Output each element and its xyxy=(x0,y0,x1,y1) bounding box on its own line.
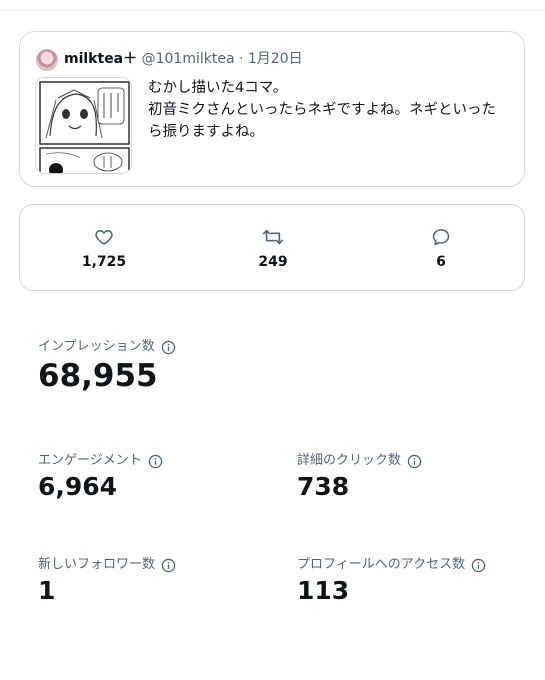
like-count: 1,725 xyxy=(81,254,127,270)
separator-dot: · xyxy=(238,51,244,67)
profile-visits-value: 113 xyxy=(297,576,350,605)
tweet-text: むかし描いた4コマ。 初音ミクさんといったらネギですよね。ネギといったら振ります… xyxy=(148,80,496,140)
impressions-label-text: インプレッション数 xyxy=(38,339,155,354)
info-icon[interactable] xyxy=(407,454,422,469)
detail-clicks-value: 738 xyxy=(297,472,350,501)
tweet-image-thumbnail[interactable] xyxy=(35,77,132,174)
manga-image xyxy=(36,78,131,173)
profile-visits-label: プロフィールへのアクセス数 xyxy=(297,556,486,574)
tweet-header: milktea＋ @101milktea · 1月20日 xyxy=(64,48,303,70)
engagement-summary-card: 1,725 249 6 xyxy=(19,204,525,291)
info-icon[interactable] xyxy=(471,558,486,573)
info-icon[interactable] xyxy=(148,454,163,469)
info-icon[interactable] xyxy=(161,340,176,355)
detail-clicks-label-text: 詳細のクリック数 xyxy=(297,453,402,468)
impressions-value: 68,955 xyxy=(38,358,158,394)
retweet-count: 249 xyxy=(258,254,288,270)
reply-bubble-icon xyxy=(431,227,451,251)
engagements-value: 6,964 xyxy=(38,472,118,501)
display-name[interactable]: milktea＋ xyxy=(64,51,137,67)
retweet-icon xyxy=(262,227,284,251)
retweet-metric[interactable]: 249 xyxy=(213,205,333,290)
detail-clicks-label: 詳細のクリック数 xyxy=(297,452,422,470)
profile-visits-label-text: プロフィールへのアクセス数 xyxy=(297,557,466,572)
impressions-label: インプレッション数 xyxy=(38,338,176,356)
reply-count: 6 xyxy=(436,254,446,270)
engagements-label: エンゲージメント xyxy=(38,452,163,470)
new-followers-label: 新しいフォロワー数 xyxy=(38,556,176,574)
tweet-card[interactable]: milktea＋ @101milktea · 1月20日 むかし描いた4コマ。 … xyxy=(19,31,525,187)
handle[interactable]: @101milktea xyxy=(142,51,235,67)
like-metric[interactable]: 1,725 xyxy=(44,205,164,290)
heart-icon xyxy=(94,227,114,251)
reply-metric[interactable]: 6 xyxy=(381,205,501,290)
tweet-date[interactable]: 1月20日 xyxy=(248,51,303,67)
engagements-label-text: エンゲージメント xyxy=(38,453,142,468)
top-divider xyxy=(0,10,545,11)
new-followers-label-text: 新しいフォロワー数 xyxy=(38,557,156,572)
new-followers-value: 1 xyxy=(38,576,56,605)
info-icon[interactable] xyxy=(161,558,176,573)
avatar[interactable] xyxy=(36,49,58,71)
